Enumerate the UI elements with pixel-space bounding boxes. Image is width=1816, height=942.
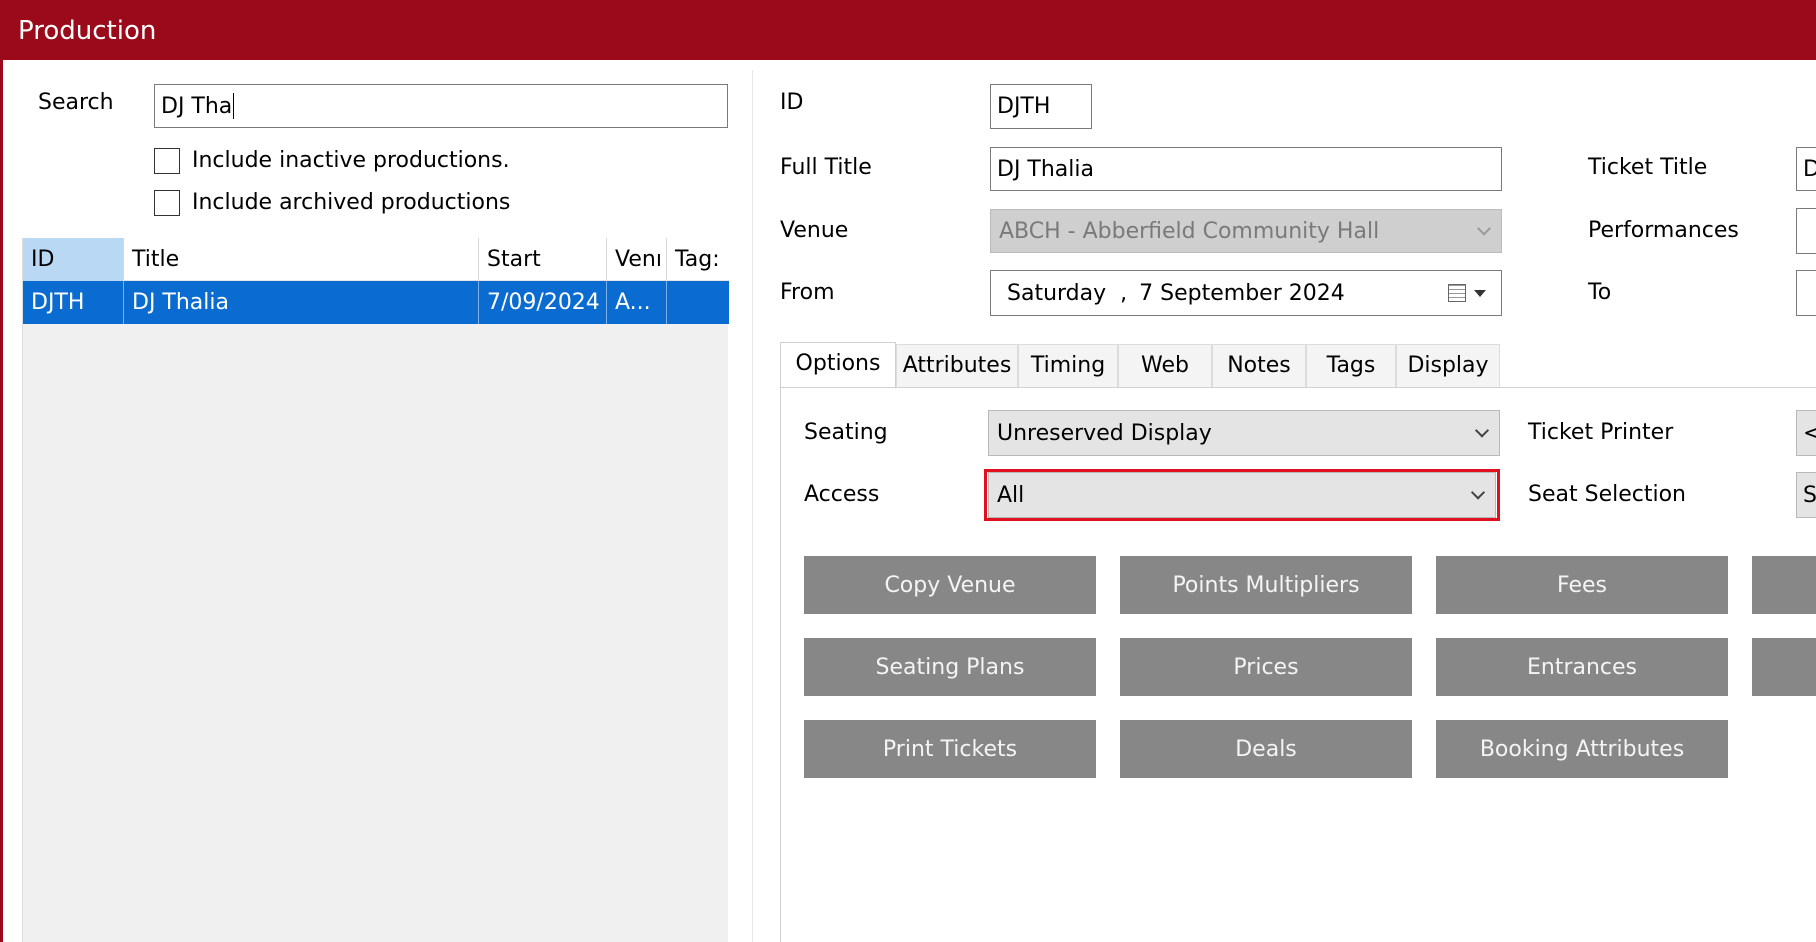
ticket-printer-select[interactable]: <	[1796, 410, 1816, 456]
from-date-picker[interactable]: Saturday , 7 September 2024	[990, 270, 1502, 316]
dropdown-arrow-icon[interactable]	[1474, 290, 1486, 297]
ticket-printer-select-value: <	[1803, 420, 1816, 446]
booking-attributes-button[interactable]: Booking Attributes	[1436, 720, 1728, 778]
to-label: To	[1588, 280, 1612, 305]
seating-select-value: Unreserved Display	[997, 420, 1212, 446]
access-label: Access	[804, 482, 880, 507]
copy-venue-button[interactable]: Copy Venue	[804, 556, 1096, 614]
to-date-picker[interactable]	[1796, 270, 1816, 316]
chevron-down-icon	[1476, 221, 1492, 236]
table-row[interactable]: DJTH DJ Thalia 7/09/2024 A...	[23, 281, 729, 324]
include-inactive-label[interactable]: Include inactive productions.	[192, 148, 510, 173]
tab-display[interactable]: Display	[1396, 344, 1500, 388]
chevron-down-icon	[1474, 423, 1490, 438]
from-separator: ,	[1120, 280, 1128, 306]
search-input[interactable]: DJ Tha	[154, 84, 728, 128]
column-header-start[interactable]: Start	[479, 238, 607, 281]
points-multipliers-button[interactable]: Points Multipliers	[1120, 556, 1412, 614]
seating-select[interactable]: Unreserved Display	[988, 410, 1500, 456]
prices-button[interactable]: Prices	[1120, 638, 1412, 696]
include-inactive-checkbox[interactable]	[154, 148, 180, 174]
id-field[interactable]: DJTH	[990, 84, 1092, 129]
column-header-venue[interactable]: Venı	[607, 238, 667, 281]
tab-tags[interactable]: Tags	[1306, 344, 1396, 388]
row-id: DJTH	[23, 281, 124, 324]
ticket-title-label: Ticket Title	[1588, 155, 1708, 180]
id-field-value: DJTH	[997, 94, 1051, 119]
venue-select-value: ABCH - Abberfield Community Hall	[999, 218, 1380, 244]
ticket-title-field-value: D	[1803, 157, 1816, 182]
search-input-value: DJ Tha	[161, 93, 233, 119]
from-label: From	[780, 280, 835, 305]
seat-selection-select-value: S	[1803, 482, 1816, 508]
partial-button-row2[interactable]	[1752, 638, 1816, 696]
id-label: ID	[780, 90, 804, 115]
tab-attributes[interactable]: Attributes	[896, 344, 1018, 388]
tab-notes[interactable]: Notes	[1212, 344, 1306, 388]
full-title-label: Full Title	[780, 155, 872, 180]
full-title-field[interactable]: DJ Thalia	[990, 147, 1502, 191]
tab-web[interactable]: Web	[1118, 344, 1212, 388]
seating-label: Seating	[804, 420, 888, 445]
performances-field[interactable]	[1796, 208, 1816, 254]
include-archived-checkbox[interactable]	[154, 190, 180, 216]
row-tags	[667, 281, 729, 324]
row-title: DJ Thalia	[124, 281, 479, 324]
access-highlight-box	[984, 469, 1500, 521]
full-title-field-value: DJ Thalia	[997, 156, 1094, 182]
calendar-icon[interactable]	[1448, 284, 1466, 302]
row-venue: A...	[607, 281, 667, 324]
from-day: Saturday	[1007, 280, 1107, 306]
seat-selection-label: Seat Selection	[1528, 482, 1686, 507]
ticket-title-field[interactable]: D	[1796, 147, 1816, 191]
column-header-tags[interactable]: Tag:	[667, 238, 729, 281]
tab-options[interactable]: Options	[780, 342, 896, 388]
from-date: 7 September 2024	[1139, 280, 1345, 306]
fees-button[interactable]: Fees	[1436, 556, 1728, 614]
window-left-border	[0, 60, 3, 942]
row-start: 7/09/2024	[479, 281, 607, 324]
window-title: Production	[18, 16, 157, 46]
search-label: Search	[38, 90, 114, 115]
venue-select: ABCH - Abberfield Community Hall	[990, 209, 1502, 253]
pane-divider[interactable]	[752, 70, 753, 942]
seating-plans-button[interactable]: Seating Plans	[804, 638, 1096, 696]
print-tickets-button[interactable]: Print Tickets	[804, 720, 1096, 778]
seat-selection-select[interactable]: S	[1796, 472, 1816, 518]
window-title-bar: Production	[0, 0, 1816, 60]
venue-label: Venue	[780, 218, 849, 243]
column-header-title[interactable]: Title	[124, 238, 479, 281]
grid-header: ID Title Start Venı Tag:	[23, 238, 729, 281]
performances-label: Performances	[1588, 218, 1739, 243]
productions-grid[interactable]: ID Title Start Venı Tag: DJTH DJ Thalia …	[22, 238, 729, 942]
partial-button-row1[interactable]	[1752, 556, 1816, 614]
include-archived-label[interactable]: Include archived productions	[192, 190, 510, 215]
deals-button[interactable]: Deals	[1120, 720, 1412, 778]
text-caret	[233, 93, 235, 119]
entrances-button[interactable]: Entrances	[1436, 638, 1728, 696]
tab-timing[interactable]: Timing	[1018, 344, 1118, 388]
ticket-printer-label: Ticket Printer	[1528, 420, 1674, 445]
column-header-id[interactable]: ID	[23, 238, 124, 281]
